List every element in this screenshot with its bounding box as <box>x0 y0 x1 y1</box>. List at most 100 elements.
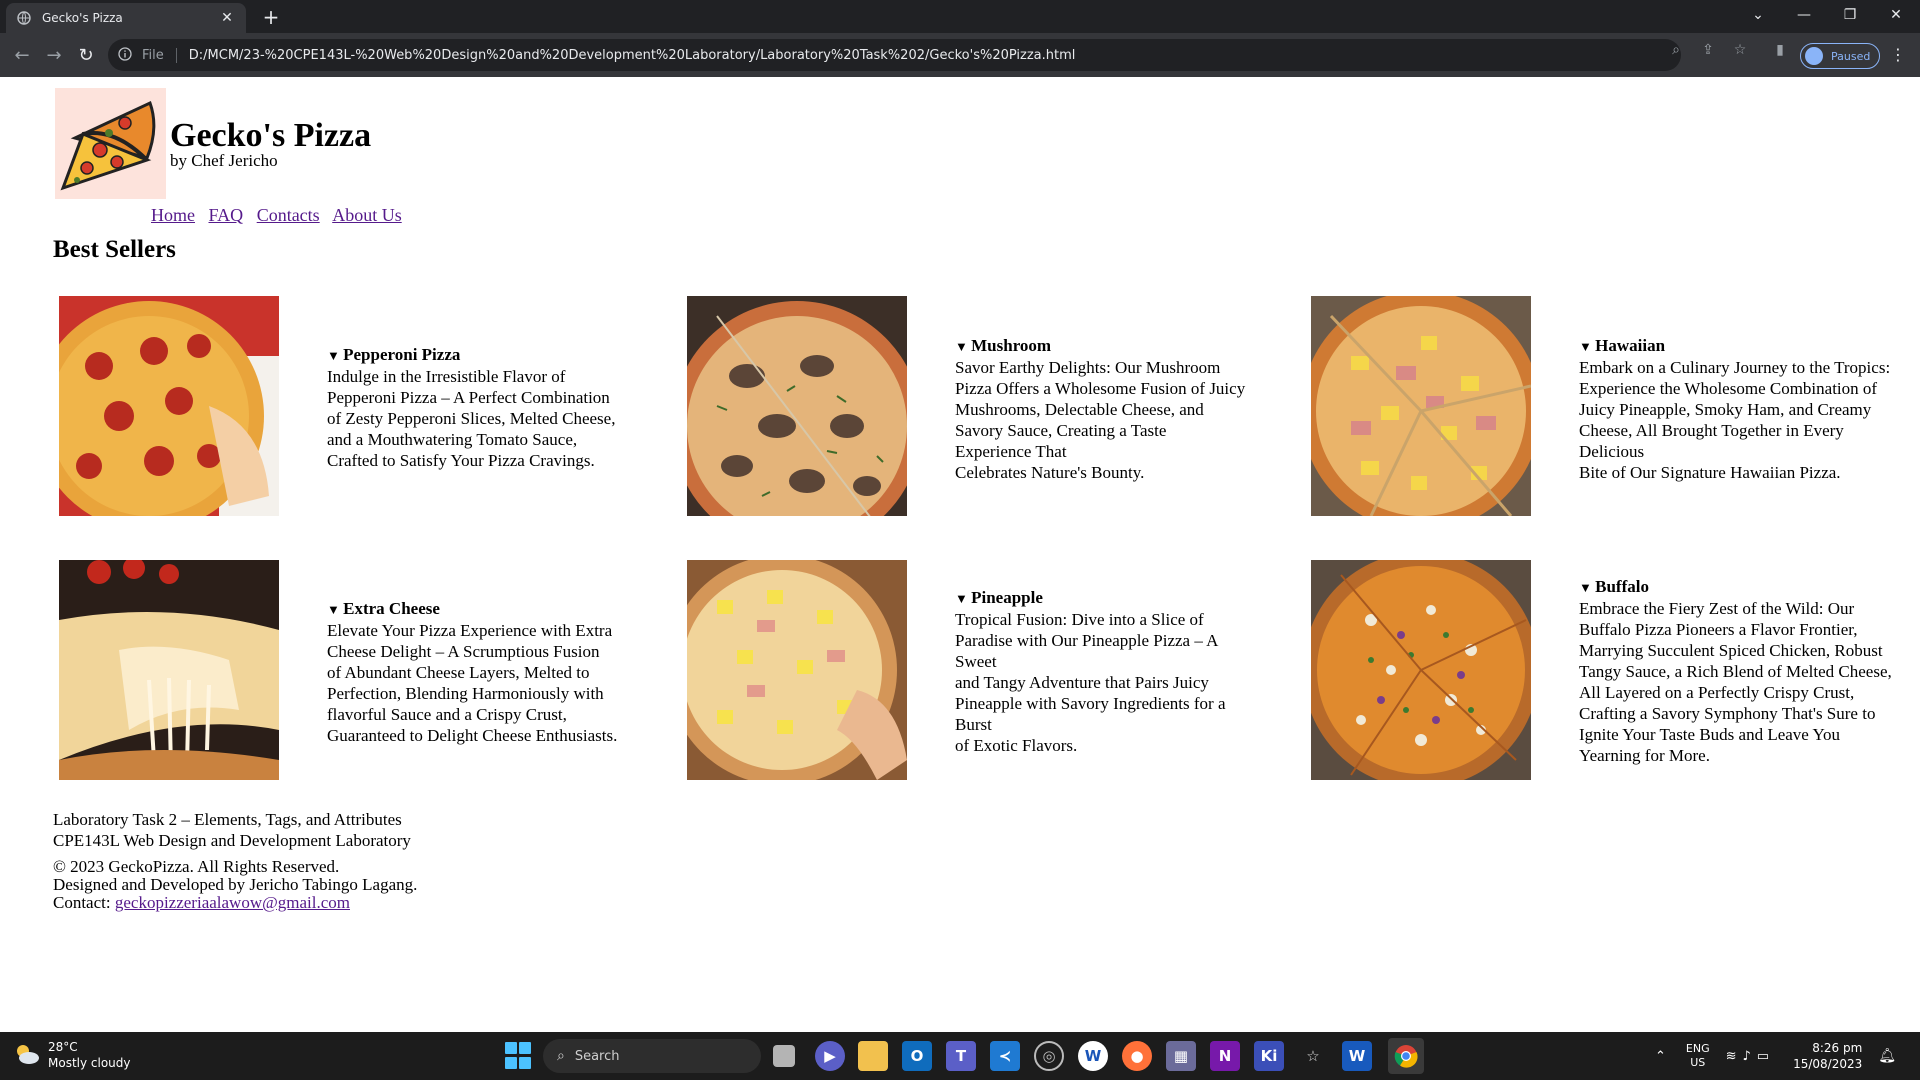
back-arrow-icon[interactable]: ← <box>8 41 36 69</box>
notification-bell-icon[interactable]: 🔔︎ <box>1878 1048 1896 1064</box>
best-sellers-heading: Best Sellers <box>53 236 176 263</box>
mushroom-pizza-summary[interactable]: Mushroom <box>955 335 1245 357</box>
new-tab-icon[interactable]: + <box>258 4 284 30</box>
windows-taskbar: 28°C Mostly cloudy ⌕ Search ▶ O T ≺ ◎ W … <box>0 1032 1920 1080</box>
nav-link-contacts[interactable]: Contacts <box>257 205 320 225</box>
pizza-desc-line: Mushrooms, Delectable Cheese, and <box>955 400 1204 419</box>
forward-arrow-icon[interactable]: → <box>40 41 68 69</box>
search-icon: ⌕ <box>557 1048 565 1064</box>
pizza-desc-line: Juicy Pineapple, Smoky Ham, and Creamy <box>1579 400 1872 419</box>
outlook-icon[interactable]: O <box>902 1041 932 1071</box>
address-bar[interactable]: File D:/MCM/23-%20CPE143L-%20Web%20Desig… <box>108 39 1681 71</box>
pineapple-pizza-details[interactable]: Pineapple Tropical Fusion: Dive into a S… <box>955 587 1226 756</box>
keyboard-region: US <box>1690 1056 1706 1069</box>
side-panel-icon[interactable]: ▮ <box>1770 40 1790 60</box>
weather-widget[interactable]: 28°C Mostly cloudy <box>14 1039 131 1071</box>
pizza-desc-line: Savory Sauce, Creating a Taste <box>955 421 1167 440</box>
calculator-icon[interactable]: ▦ <box>1166 1041 1196 1071</box>
teams-icon[interactable]: T <box>946 1041 976 1071</box>
buffalo-pizza-summary[interactable]: Buffalo <box>1579 576 1892 598</box>
pizza-desc-line: Elevate Your Pizza Experience with Extra <box>327 621 613 640</box>
teams-chat-icon[interactable]: ▶ <box>815 1041 845 1071</box>
bluestacks-icon[interactable]: W <box>1078 1041 1108 1071</box>
pineapple-pizza-summary[interactable]: Pineapple <box>955 587 1226 609</box>
zoom-icon[interactable]: ⌕ <box>1666 40 1686 60</box>
profile-paused-button[interactable]: Paused <box>1800 43 1880 69</box>
footer-contact: Contact: geckopizzeriaalawow@gmail.com <box>53 894 417 912</box>
nav-link-home[interactable]: Home <box>151 205 195 225</box>
pineapple-pizza-image <box>687 560 907 780</box>
file-explorer-icon[interactable] <box>858 1041 888 1071</box>
hawaiian-pizza-image <box>1311 296 1531 516</box>
pepperoni-pizza-details[interactable]: Pepperoni Pizza Indulge in the Irresisti… <box>327 344 615 471</box>
windows-start-icon[interactable] <box>505 1042 533 1070</box>
hawaiian-pizza-details[interactable]: Hawaiian Embark on a Culinary Journey to… <box>1579 335 1890 483</box>
pizza-desc-line: of Exotic Flavors. <box>955 736 1078 755</box>
main-nav: Home FAQ Contacts About Us <box>151 205 411 226</box>
restore-icon[interactable]: ❐ <box>1827 0 1873 30</box>
buffalo-pizza-details[interactable]: Buffalo Embrace the Fiery Zest of the Wi… <box>1579 576 1892 766</box>
page-footer: Laboratory Task 2 – Elements, Tags, and … <box>53 809 417 912</box>
star-app-icon[interactable]: ☆ <box>1298 1041 1328 1071</box>
input-language-indicator[interactable]: ENG US <box>1686 1042 1710 1070</box>
hawaiian-pizza-summary[interactable]: Hawaiian <box>1579 335 1890 357</box>
site-info-icon[interactable] <box>118 47 134 63</box>
extra-cheese-pizza-summary[interactable]: Extra Cheese <box>327 598 617 620</box>
pepperoni-pizza-summary[interactable]: Pepperoni Pizza <box>327 344 615 366</box>
minimize-icon[interactable]: — <box>1781 0 1827 30</box>
profile-status-label: Paused <box>1831 49 1871 63</box>
nav-link-about-us[interactable]: About Us <box>332 205 402 225</box>
word-icon[interactable]: W <box>1342 1041 1372 1071</box>
browser-tab-strip: Gecko's Pizza ✕ + ⌄ — ❐ ✕ <box>0 0 1920 33</box>
vscode-icon[interactable]: ≺ <box>990 1041 1020 1071</box>
taskbar-search-box[interactable]: ⌕ Search <box>543 1039 761 1073</box>
extra-cheese-pizza-image <box>59 560 279 780</box>
firefox-icon[interactable]: ● <box>1122 1041 1152 1071</box>
pizza-desc-line: Perfection, Blending Harmoniously with <box>327 684 604 703</box>
pizza-desc-line: flavorful Sauce and a Crispy Crust, <box>327 705 567 724</box>
share-icon[interactable]: ⇪ <box>1698 40 1718 60</box>
bookmark-star-icon[interactable]: ☆ <box>1730 40 1750 60</box>
web-page: Gecko's Pizza by Chef Jericho Home FAQ C… <box>0 77 1920 1032</box>
taskbar-search-placeholder: Search <box>574 1048 620 1064</box>
url-scheme-label: File <box>142 47 177 63</box>
pizza-desc-line: Tropical Fusion: Dive into a Slice of <box>955 610 1204 629</box>
pizza-desc-line: Paradise with Our Pineapple Pizza – A <box>955 631 1219 650</box>
pizza-desc-line: Burst <box>955 715 992 734</box>
browser-tab[interactable]: Gecko's Pizza ✕ <box>6 3 246 33</box>
system-tray: ⌃ ENG US ≋♪▭ 8:26 pm 15/08/2023 🔔︎ <box>1655 1032 1896 1080</box>
nav-link-faq[interactable]: FAQ <box>209 205 244 225</box>
url-text[interactable]: D:/MCM/23-%20CPE143L-%20Web%20Design%20a… <box>189 48 1076 63</box>
pizza-desc-line: Delicious <box>1579 442 1645 461</box>
pizza-desc-line: Buffalo Pizza Pioneers a Flavor Frontier… <box>1579 620 1858 639</box>
mushroom-pizza-details[interactable]: Mushroom Savor Earthy Delights: Our Mush… <box>955 335 1245 483</box>
onenote-icon[interactable]: N <box>1210 1041 1240 1071</box>
mushroom-pizza-image <box>687 296 907 516</box>
reload-icon[interactable]: ↻ <box>72 41 100 69</box>
tab-search-chevron-icon[interactable]: ⌄ <box>1735 0 1781 30</box>
pizza-desc-line: of Abundant Cheese Layers, Melted to <box>327 663 590 682</box>
pizza-desc-line: Yearning for More. <box>1579 746 1710 765</box>
footer-contact-email-link[interactable]: geckopizzeriaalawow@gmail.com <box>115 893 350 912</box>
pizza-desc-line: Pineapple with Savory Ingredients for a <box>955 694 1226 713</box>
tab-title: Gecko's Pizza <box>42 11 123 25</box>
pizza-desc-line: Crafted to Satisfy Your Pizza Cravings. <box>327 451 595 470</box>
weather-temperature: 28°C <box>48 1040 78 1054</box>
window-close-icon[interactable]: ✕ <box>1873 0 1919 30</box>
pizza-desc-line: All Layered on a Perfectly Crispy Crust, <box>1579 683 1855 702</box>
chrome-icon[interactable] <box>1388 1038 1424 1074</box>
tab-close-icon[interactable]: ✕ <box>218 9 236 27</box>
extra-cheese-pizza-details[interactable]: Extra Cheese Elevate Your Pizza Experien… <box>327 598 617 746</box>
pizza-logo <box>55 88 166 199</box>
pizza-desc-line: Pepperoni Pizza – A Perfect Combination <box>327 388 610 407</box>
kinoconsole-icon[interactable]: Ki <box>1254 1041 1284 1071</box>
menu-kebab-icon[interactable]: ⋮ <box>1888 45 1908 65</box>
task-view-icon[interactable] <box>773 1045 795 1067</box>
footer-copyright: © 2023 GeckoPizza. All Rights Reserved. <box>53 857 340 876</box>
weather-condition: Mostly cloudy <box>48 1056 131 1070</box>
show-hidden-icons-chevron-icon[interactable]: ⌃ <box>1655 1049 1666 1064</box>
network-volume-battery-icons[interactable]: ≋♪▭ <box>1726 1049 1775 1064</box>
taskbar-clock[interactable]: 8:26 pm 15/08/2023 <box>1793 1040 1862 1072</box>
obs-icon[interactable]: ◎ <box>1034 1041 1064 1071</box>
pizza-desc-line: Ignite Your Taste Buds and Leave You <box>1579 725 1841 744</box>
